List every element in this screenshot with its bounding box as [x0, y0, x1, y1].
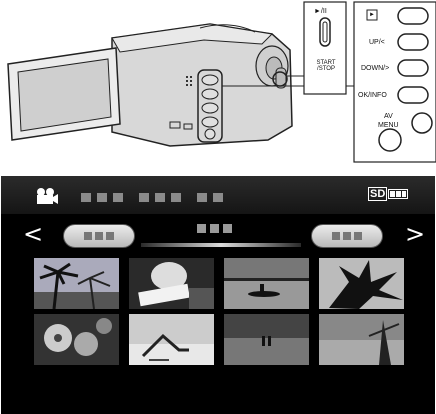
previous-page-arrow[interactable]: < [23, 220, 43, 248]
palm-trees-beach-thumbnail[interactable] [34, 258, 119, 309]
boat-on-lake-thumbnail[interactable] [224, 258, 309, 309]
next-page-arrow[interactable]: > [405, 220, 425, 248]
current-date-placeholder [197, 224, 232, 233]
couple-sunset-thumbnail[interactable] [224, 314, 309, 365]
battery-full-icon [388, 189, 409, 199]
index-screen: SD < > [1, 176, 435, 414]
play-icon: ► [369, 12, 375, 18]
menu-label: MENU [378, 122, 399, 129]
beach-chair-thumbnail[interactable] [129, 314, 214, 365]
down-label: DOWN/> [361, 65, 390, 72]
storage-indicator: SD [368, 187, 409, 201]
camcorder-drawing [7, 1, 436, 163]
up-label: UP/< [369, 39, 385, 46]
previous-date-button[interactable] [63, 224, 135, 248]
video-camera-icon [37, 188, 58, 204]
sd-card-label: SD [368, 187, 388, 201]
rec-pause-label: ►/II [314, 8, 327, 15]
date-divider [141, 243, 301, 247]
person-reading-thumbnail[interactable] [129, 258, 214, 309]
ok-info-label: OK/INFO [358, 92, 387, 99]
lake-tree-thumbnail[interactable] [319, 314, 404, 365]
av-label: AV [384, 113, 393, 120]
top-bar: SD [1, 176, 435, 214]
date-placeholder [81, 193, 223, 202]
start-stop-label: START /STOP [316, 60, 336, 72]
leaves-silhouette-thumbnail[interactable] [319, 258, 404, 309]
flowers-thumbnail[interactable] [34, 314, 119, 365]
next-date-button[interactable] [311, 224, 383, 248]
page-navigation: < > [1, 216, 435, 256]
camcorder-illustration: ►/II START /STOP ► UP/< DOWN/> OK/INFO A… [0, 0, 436, 166]
